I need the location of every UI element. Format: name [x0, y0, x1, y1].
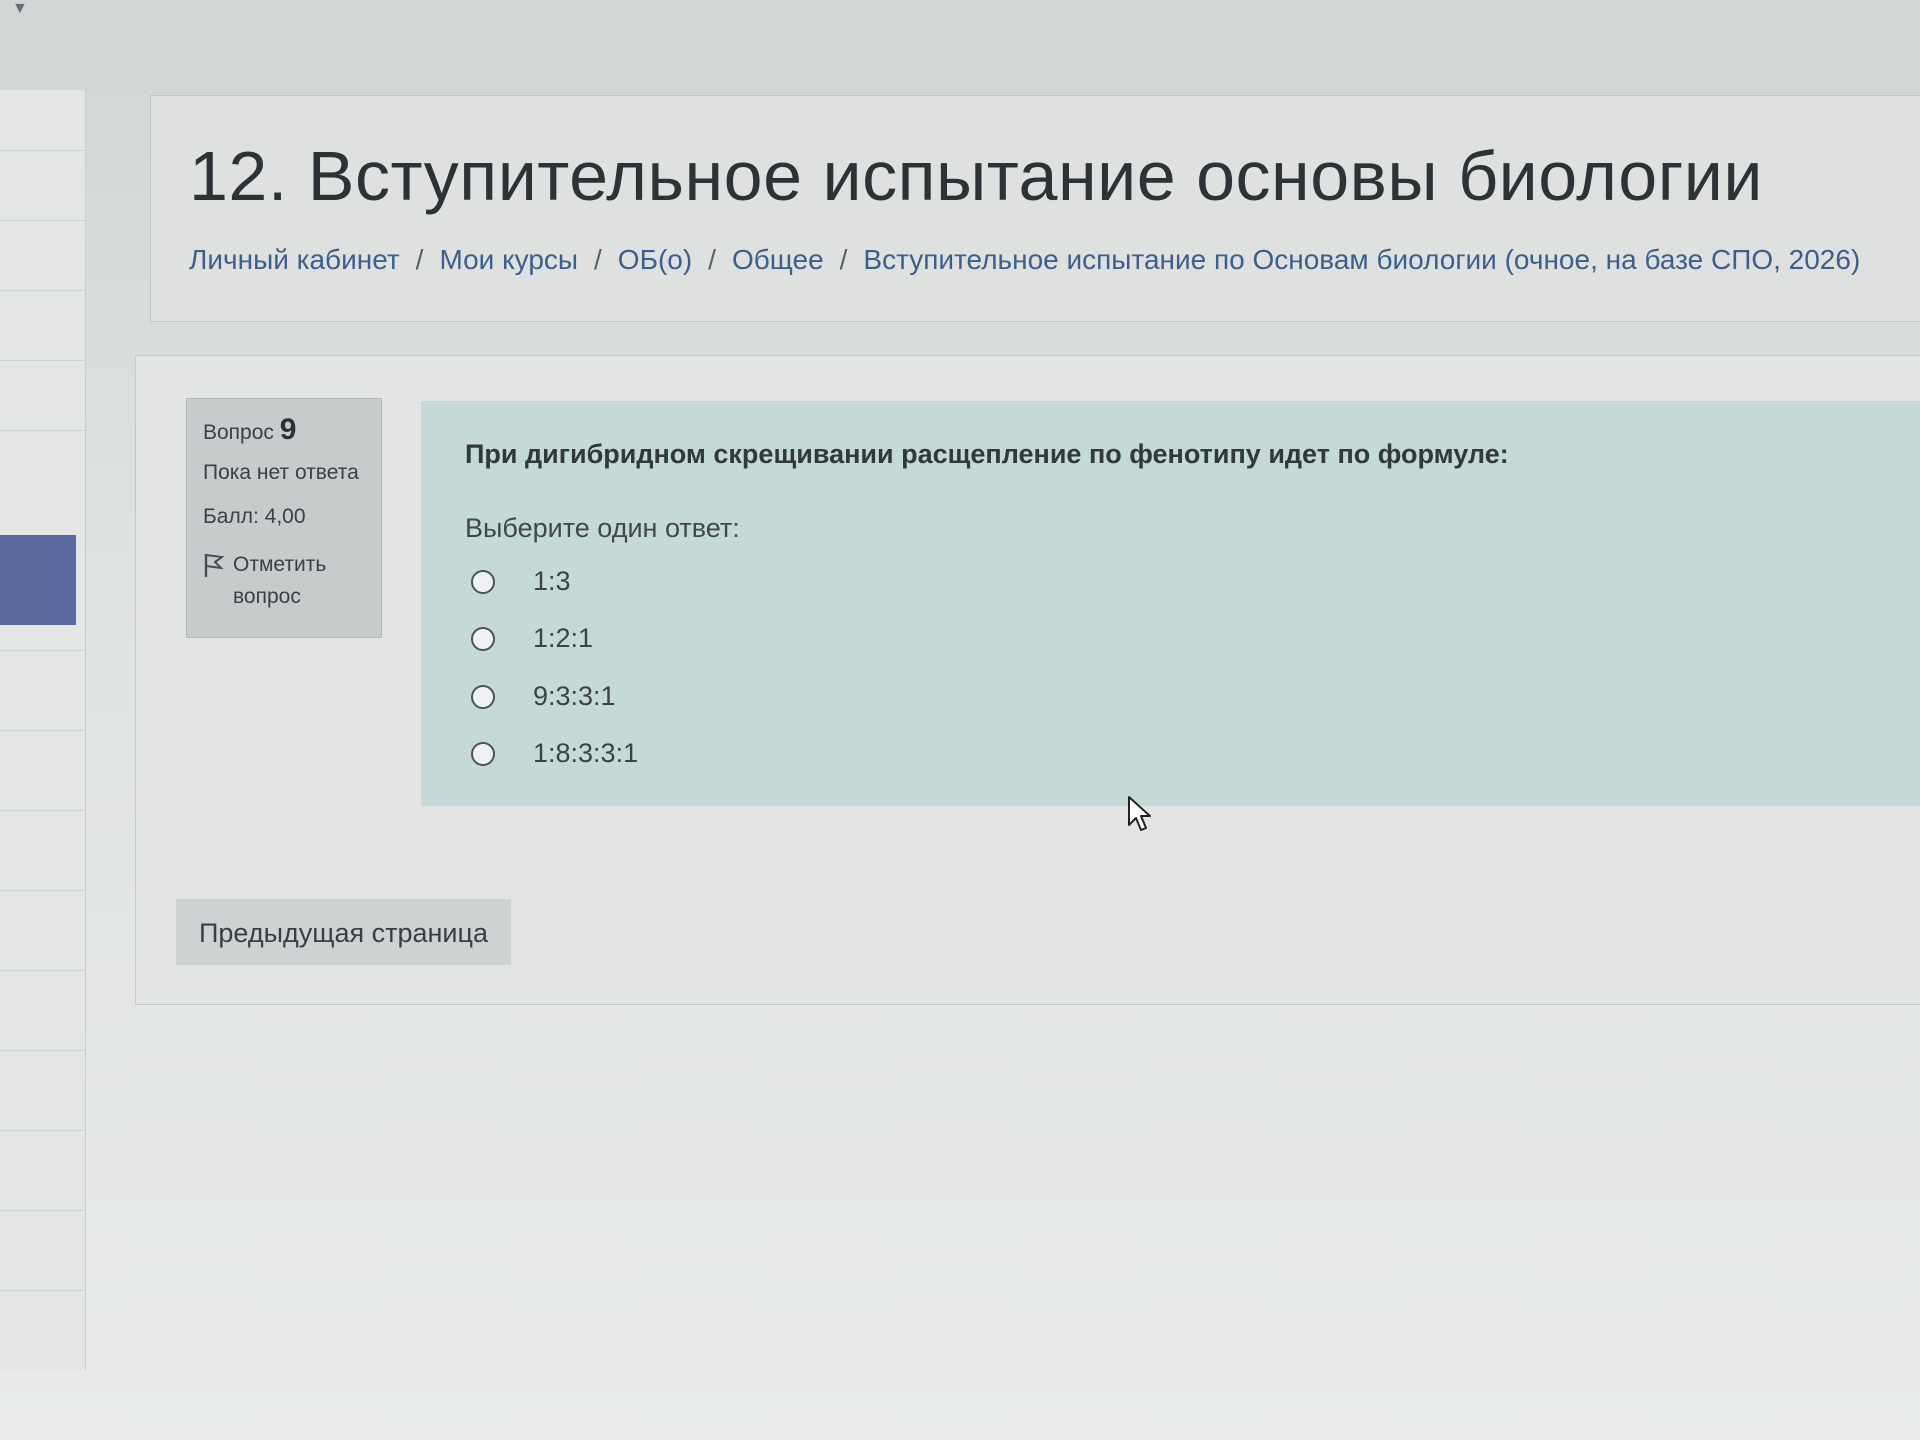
answer-prompt: Выберите один ответ: — [465, 513, 740, 543]
breadcrumb-item-dashboard[interactable]: Личный кабинет — [189, 244, 400, 276]
left-drawer — [0, 90, 86, 1370]
question-number: Вопрос 9 — [203, 413, 365, 447]
drawer-divider — [0, 970, 85, 971]
drawer-divider — [0, 430, 85, 431]
answer-label[interactable]: 1:2:1 — [533, 623, 593, 654]
drawer-divider — [0, 220, 85, 221]
mouse-pointer-icon — [1127, 795, 1153, 833]
question-content: При дигибридном скрещивании расщепление … — [421, 401, 1920, 806]
drawer-divider — [0, 290, 85, 291]
page: ▼ 12. Вступительное испытание основы био… — [0, 0, 1920, 1440]
answer-label[interactable]: 9:3:3:1 — [533, 681, 616, 712]
answer-label[interactable]: 1:8:3:3:1 — [533, 738, 638, 769]
answer-option[interactable]: 1:2:1 — [471, 623, 593, 654]
answer-radio[interactable] — [471, 741, 495, 766]
breadcrumb-item-quiz[interactable]: Вступительное испытание по Основам биоло… — [863, 244, 1860, 276]
quiz-page-region: Вопрос 9 Пока нет ответа Балл: 4,00 Отме… — [135, 355, 1920, 1005]
breadcrumb-separator: / — [415, 244, 424, 275]
question-info: Вопрос 9 Пока нет ответа Балл: 4,00 Отме… — [186, 398, 382, 638]
drawer-divider — [0, 890, 85, 891]
flag-icon[interactable] — [203, 552, 225, 578]
question-number-label: Вопрос — [203, 421, 274, 444]
drawer-divider — [0, 810, 85, 811]
page-header: 12. Вступительное испытание основы биоло… — [150, 95, 1920, 322]
breadcrumb-separator: / — [594, 244, 602, 275]
question-state: Пока нет ответа — [203, 461, 359, 484]
breadcrumb-item-course[interactable]: ОБ(о) — [618, 244, 692, 276]
answer-radio[interactable] — [471, 569, 495, 594]
question-text: При дигибридном скрещивании расщепление … — [465, 439, 1509, 469]
flag-question-button[interactable]: Отметить вопрос — [203, 549, 365, 613]
drawer-active-item[interactable] — [0, 535, 76, 625]
breadcrumb-separator: / — [708, 244, 716, 275]
chevron-down-icon[interactable]: ▼ — [12, 0, 28, 18]
question-grade: Балл: 4,00 — [203, 505, 306, 528]
answer-option[interactable]: 1:8:3:3:1 — [471, 738, 638, 769]
answer-option[interactable]: 1:3 — [471, 566, 571, 597]
breadcrumb: Личный кабинет / Мои курсы / ОБ(о) / Общ… — [189, 244, 1860, 276]
answer-radio[interactable] — [471, 684, 495, 709]
answer-radio[interactable] — [471, 626, 495, 651]
drawer-divider — [0, 1050, 85, 1051]
page-title: 12. Вступительное испытание основы биоло… — [189, 137, 1763, 215]
answer-option[interactable]: 9:3:3:1 — [471, 681, 616, 712]
drawer-divider — [0, 1290, 85, 1291]
drawer-divider — [0, 730, 85, 731]
drawer-divider — [0, 650, 85, 651]
question-number-value: 9 — [279, 413, 297, 446]
previous-page-button[interactable]: Предыдущая страница — [176, 899, 511, 965]
drawer-divider — [0, 1130, 85, 1131]
breadcrumb-item-my-courses[interactable]: Мои курсы — [439, 244, 578, 276]
breadcrumb-separator: / — [839, 244, 848, 275]
drawer-divider — [0, 1210, 85, 1211]
drawer-divider — [0, 360, 85, 361]
flag-question-label[interactable]: Отметить вопрос — [233, 549, 365, 613]
breadcrumb-item-general[interactable]: Общее — [732, 244, 824, 276]
drawer-divider — [0, 150, 85, 151]
answer-label[interactable]: 1:3 — [533, 566, 571, 597]
